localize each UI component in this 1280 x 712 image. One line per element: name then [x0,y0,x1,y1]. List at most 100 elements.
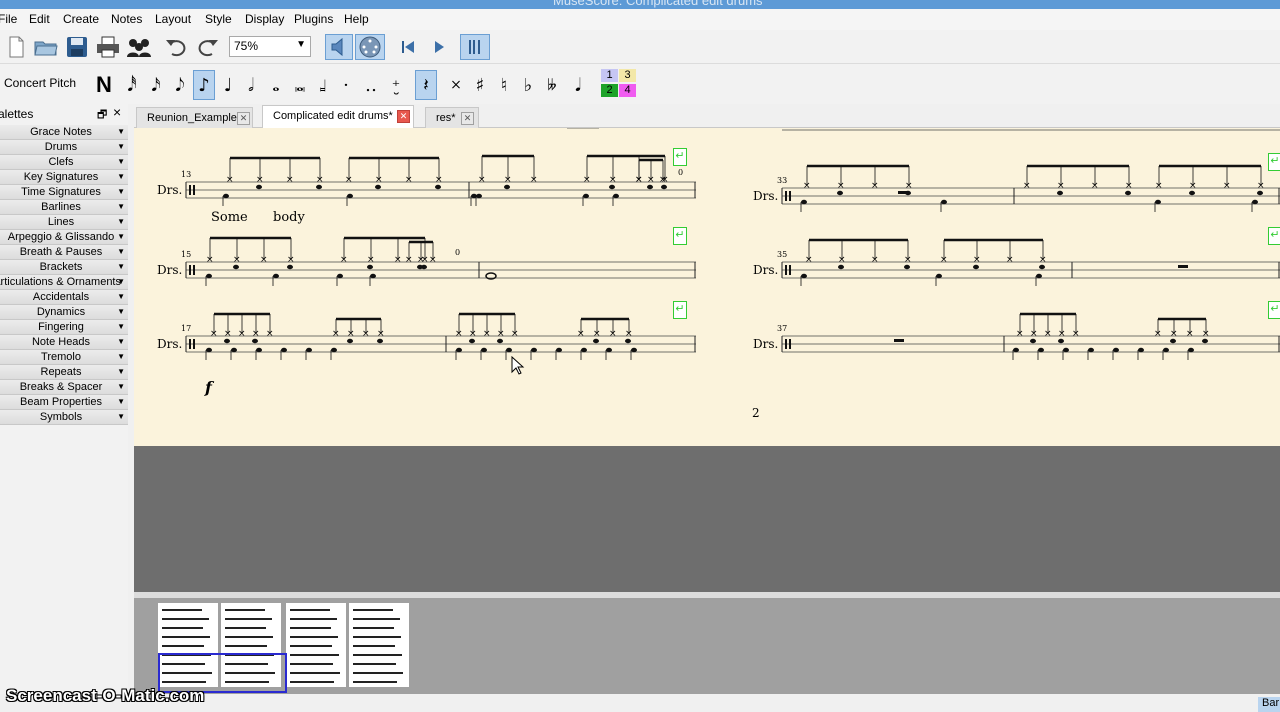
menu-display[interactable]: Display [245,12,284,26]
tab-label: Complicated edit drums* [273,110,393,122]
palette-item[interactable]: Brackets ▼ [0,260,128,275]
page-thumbnail[interactable] [349,603,409,687]
double-dot-icon[interactable]: ‥ [360,70,382,100]
palette-item[interactable]: Key Signatures ▼ [0,170,128,185]
half-note-icon[interactable]: 𝅗𝅥 [240,70,262,100]
lyric-syllable[interactable]: Some [211,210,248,225]
palette-item[interactable]: Lines ▼ [0,215,128,230]
lyric-syllable[interactable]: body [273,210,305,225]
line-break-icon[interactable]: ↵ [673,227,687,245]
double-flat-icon[interactable]: 𝄫 [541,70,563,100]
thumbnail-staff [225,609,265,611]
augmentation-dot-icon[interactable]: · [335,70,357,100]
palette-item[interactable]: Breaks & Spacer ▼ [0,380,128,395]
palette-item[interactable]: Dynamics ▼ [0,305,128,320]
16th-note-icon[interactable]: 𝅘𝅥𝅮 [169,70,191,100]
undock-icon[interactable]: 🗗 [97,106,107,125]
open-folder-icon[interactable] [33,34,59,60]
menu-notes[interactable]: Notes [111,12,142,26]
voice-3-button[interactable]: 3 [619,69,636,82]
palette-item[interactable]: Symbols ▼ [0,410,128,425]
voice-2-button[interactable]: 2 [601,84,618,97]
menu-file[interactable]: File [0,12,17,26]
double-sharp-icon[interactable]: × [445,70,467,100]
zoom-select[interactable]: 75% ▼ [229,36,311,57]
rewind-icon[interactable] [395,34,421,60]
tab-complicated-edit-drums[interactable]: Complicated edit drums* ✕ [262,105,414,129]
longa-icon[interactable]: 𝆷 [312,70,334,100]
menu-plugins[interactable]: Plugins [294,12,333,26]
score-canvas[interactable]: × × × × × × × × × × × × × × × × × × × × × × × × × × × × × × × × × × × × × × × ×… [134,128,1280,592]
flip-direction-icon[interactable]: 𝅘𝅥 [567,70,589,100]
palette-item[interactable]: Grace Notes ▼ [0,125,128,140]
palette-item[interactable]: Beam Properties ▼ [0,395,128,410]
note-input-button[interactable]: N [93,70,115,100]
menu-layout[interactable]: Layout [155,12,191,26]
undo-icon[interactable] [163,34,189,60]
palette-item[interactable]: Time Signatures ▼ [0,185,128,200]
page-thumbnail[interactable] [286,603,346,687]
close-icon[interactable]: ✕ [461,112,474,125]
line-break-icon[interactable]: ↵ [673,301,687,319]
breve-icon[interactable]: 𝅜 [289,70,311,100]
midi-input-icon[interactable] [355,34,385,60]
kick-notehead [337,273,343,279]
voice-1-button[interactable]: 1 [601,69,618,82]
palette-item[interactable]: Clefs ▼ [0,155,128,170]
score-page[interactable]: × × × × × × × × × × × × × × × × × × × × × × × × × × × × × × × × × × × × × × × ×… [134,128,1280,446]
loop-icon[interactable] [460,34,490,60]
eighth-note-icon[interactable]: ♪ [193,70,215,100]
line-break-icon[interactable]: ↵ [1268,301,1280,319]
natural-icon[interactable]: ♮ [493,70,515,100]
palette-item[interactable]: Note Heads ▼ [0,335,128,350]
percussion-clef [785,339,787,349]
kick-notehead [506,347,512,353]
tie-icon[interactable]: ⁺̮ [385,70,407,100]
palette-item[interactable]: Drums ▼ [0,140,128,155]
concert-pitch-toggle[interactable]: Concert Pitch [4,76,76,90]
play-icon[interactable] [426,34,452,60]
hihat-notehead: × [483,329,491,339]
menu-create[interactable]: Create [63,12,99,26]
close-icon[interactable]: × [113,104,121,120]
close-icon[interactable]: ✕ [237,112,250,125]
palette-item[interactable]: Fingering ▼ [0,320,128,335]
dynamic-marking[interactable]: f [205,378,212,397]
sharp-icon[interactable]: ♯ [469,70,491,100]
kick-notehead [1252,199,1258,205]
palette-item[interactable]: Repeats ▼ [0,365,128,380]
32nd-note-icon[interactable]: 𝅘𝅥𝅯 [145,70,167,100]
snare-notehead [904,264,910,270]
palette-item[interactable]: Accidentals ▼ [0,290,128,305]
rest-icon[interactable]: 𝄽 [415,70,437,100]
play-sound-icon[interactable] [325,34,353,60]
mixer-icon[interactable] [126,34,152,60]
redo-icon[interactable] [195,34,221,60]
quarter-note-icon[interactable]: ♩ [217,70,239,100]
save-icon[interactable] [64,34,90,60]
menu-help[interactable]: Help [344,12,369,26]
tab-res[interactable]: res* ✕ [425,107,479,128]
palette-item[interactable]: Barlines ▼ [0,200,128,215]
palette-item[interactable]: Articulations & Ornaments ▼ [0,275,128,290]
status-text: Bar [1258,697,1280,712]
navigator-panel[interactable] [134,598,1280,694]
palette-item[interactable]: Breath & Pauses ▼ [0,245,128,260]
menu-edit[interactable]: Edit [29,12,50,26]
flat-icon[interactable]: ♭ [517,70,539,100]
close-icon[interactable]: ✕ [397,110,410,123]
tab-reunion-example[interactable]: Reunion_Example ✕ [136,107,253,128]
64th-note-icon[interactable]: 𝅘𝅥𝅰 [121,70,143,100]
palette-item[interactable]: Arpeggio & Glissando ▼ [0,230,128,245]
line-break-icon[interactable]: ↵ [1268,227,1280,245]
palette-item[interactable]: Tremolo ▼ [0,350,128,365]
voice-4-button[interactable]: 4 [619,84,636,97]
new-file-icon[interactable] [3,34,29,60]
menu-style[interactable]: Style [205,12,232,26]
line-break-icon[interactable]: ↵ [1268,153,1280,171]
hihat-notehead: × [233,255,241,265]
line-break-icon[interactable]: ↵ [673,148,687,166]
whole-note-icon[interactable]: 𝅝 [265,70,287,100]
print-icon[interactable] [95,34,121,60]
score-staves[interactable]: × × × × × × × × × × × × × × × × × × × × × × × × × × × × × × × × × × × × × × × ×… [134,128,1280,446]
